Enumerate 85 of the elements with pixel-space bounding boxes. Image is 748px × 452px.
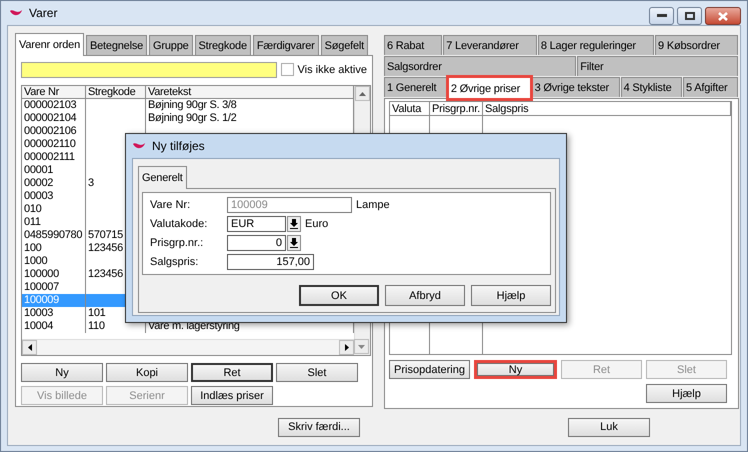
dropdown-button[interactable] [287,235,301,251]
button[interactable]: Hjælp [471,285,551,306]
dropdown-arrow-icon [290,238,298,248]
table-cell: 100 [22,242,86,255]
dropdown-arrow-icon [290,219,298,229]
table-cell: 000002103 [22,99,86,112]
table-cell: 000002104 [22,112,86,125]
input-field[interactable]: 0 [227,235,286,251]
scroll-up-icon [359,92,366,96]
button[interactable]: Skriv færdi... [278,418,360,436]
column-header[interactable]: Stregkode [86,86,146,99]
table-cell: 00003 [22,190,86,203]
tab[interactable]: Generelt [138,166,187,189]
table-cell: 000002106 [22,125,86,138]
field-note: Lampe [356,199,390,211]
tab[interactable]: Varenr orden [15,33,84,56]
tab[interactable]: 9 Købsordrer [655,35,738,55]
checkbox[interactable] [280,63,294,76]
button[interactable]: Ret [191,363,273,382]
button[interactable]: Hjælp [646,384,727,403]
table-cell: 10004 [22,320,86,333]
button[interactable]: Indlæs priser [191,386,273,405]
tab[interactable]: 5 Afgifter [683,77,738,97]
tab[interactable]: Salgsordrer [384,56,576,76]
table-cell: 000002111 [22,151,86,164]
button[interactable]: Luk [568,418,650,436]
tab[interactable]: Færdigvarer [252,35,319,55]
table-cell: 010 [22,203,86,216]
button[interactable]: Ny [474,360,557,379]
logo-icon [9,8,23,18]
maximize-icon [684,12,694,20]
input-field[interactable]: 157,00 [227,254,314,270]
field-label: Prisgrp.nr.: [150,237,204,249]
tab[interactable]: Filter [577,56,738,76]
tab[interactable]: Gruppe [149,35,193,55]
minimize-button[interactable] [649,7,674,25]
scroll-right-icon [344,344,348,351]
button[interactable]: Afbryd [385,285,465,306]
button[interactable]: OK [299,285,379,306]
button[interactable]: Prisopdatering [389,360,470,379]
tab[interactable]: 6 Rabat [384,35,442,55]
scroll-left-icon [28,344,32,351]
dropdown-button[interactable] [287,216,301,232]
tab[interactable]: 2 Øvrige priser [448,77,531,99]
button[interactable]: Kopi [106,363,188,382]
tab[interactable]: 4 Stykliste [620,77,682,97]
close-button[interactable] [705,7,741,25]
tab[interactable]: 7 Leverandører [443,35,537,55]
button[interactable]: Ny [21,363,103,382]
field-label: Vare Nr: [150,199,192,211]
table-cell: 011 [22,216,86,229]
field-label: Salgspris: [150,256,200,268]
field-note: Euro [305,218,328,230]
dialog-title: Ny tilføjes [152,139,205,153]
column-header[interactable]: Valuta [390,102,430,116]
table-cell: 1000 [22,255,86,268]
tab[interactable]: 8 Lager reguleringer [538,35,654,55]
tab[interactable]: Stregkode [194,35,251,55]
tab[interactable]: Betegnelse [86,35,148,55]
tab[interactable]: Søgefelt [320,35,368,55]
logo-icon [132,141,146,151]
window-title: Varer [29,6,58,20]
tab[interactable]: 1 Generelt [384,77,447,97]
column-header[interactable]: Varetekst [146,86,354,99]
column-header[interactable]: Prisgrp.nr. [430,102,483,116]
table-cell: 0485990780 [22,229,86,242]
checkbox-label: Vis ikke aktive [298,64,367,76]
table-cell: 000002110 [22,138,86,151]
column-header[interactable]: Vare Nr [22,86,86,99]
column-header[interactable]: Salgspris [483,102,731,116]
minimize-icon [656,14,666,18]
button[interactable]: Slet [276,363,358,382]
table-cell: 100000 [22,268,86,281]
maximize-button[interactable] [677,7,702,25]
field-label: Valutakode: [150,218,208,230]
table-cell: 00002 [22,177,86,190]
search-field[interactable] [21,62,277,78]
scroll-down-icon [358,344,365,348]
horizontal-scrollbar[interactable] [22,339,354,355]
input-field[interactable]: EUR [227,216,286,232]
close-icon [718,12,728,20]
table-cell: 00001 [22,164,86,177]
table-cell: 100009 [22,294,86,307]
tab[interactable]: 3 Øvrige tekster [532,77,620,97]
table-cell: 10003 [22,307,86,320]
